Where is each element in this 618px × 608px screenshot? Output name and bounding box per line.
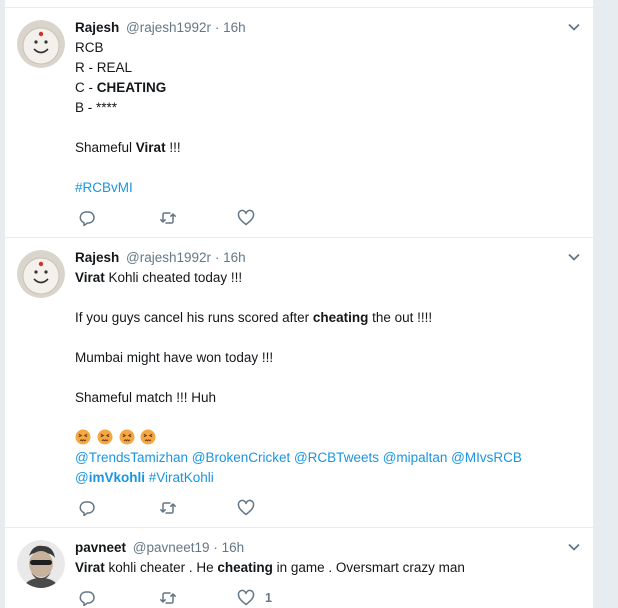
tweet-text-segment: C - (75, 80, 97, 95)
emoji-row (75, 428, 593, 448)
like-icon (237, 209, 255, 226)
retweet-icon (160, 592, 176, 604)
tweet-text-line: RCB (75, 40, 104, 55)
tweet-actions: 1 (75, 578, 593, 608)
mention-link-prefix[interactable]: @ (75, 470, 89, 485)
separator-dot: · (214, 20, 220, 35)
highlighted-keyword: Virat (75, 270, 105, 285)
reply-button[interactable] (78, 589, 96, 607)
avatar[interactable] (17, 250, 65, 298)
retweet-button[interactable] (159, 209, 177, 227)
reply-button[interactable] (78, 499, 96, 517)
tweet-text-segment: Kohli cheated today !!! (104, 270, 243, 285)
tweet-text-line: C - CHEATING (75, 78, 593, 98)
timeline: Rajesh @rajesh1992r · 16h RCB R - REAL C… (4, 0, 594, 608)
avatar[interactable] (17, 540, 65, 588)
tweet[interactable]: Rajesh @rajesh1992r · 16h RCB R - REAL C… (5, 8, 593, 238)
chevron-down-icon[interactable] (567, 250, 581, 264)
like-button[interactable] (237, 209, 265, 227)
highlighted-keyword: CHEATING (96, 80, 167, 95)
highlighted-keyword: cheating (312, 310, 369, 325)
tweet-text-line: Virat Kohli cheated today !!! (75, 268, 593, 288)
retweet-icon (160, 502, 176, 514)
tweet[interactable]: pavneet @pavneet19 · 16h Virat kohli che… (5, 528, 593, 608)
mention-link-imvkohli[interactable]: imVkohli (89, 470, 145, 485)
author-handle[interactable]: @rajesh1992r (126, 250, 211, 265)
tweet-text-line: Mumbai might have won today !!! (75, 350, 274, 365)
timestamp[interactable]: 16h (223, 20, 246, 35)
like-icon (237, 499, 255, 516)
reply-icon (79, 211, 95, 227)
retweet-button[interactable] (159, 499, 177, 517)
separator-dot: · (214, 250, 220, 265)
timeline-top-gap (5, 0, 593, 8)
persevering-face-emoji (119, 429, 135, 445)
author-name[interactable]: Rajesh (75, 250, 119, 265)
persevering-face-emoji (75, 429, 91, 445)
reply-icon (79, 501, 95, 517)
tweet-text-segment: !!! (165, 140, 181, 155)
hashtag-link[interactable]: #ViratKohli (145, 470, 214, 485)
tweet-text-line: B - **** (75, 100, 118, 115)
persevering-face-emoji (97, 429, 113, 445)
tweet[interactable]: Rajesh @rajesh1992r · 16h Virat Kohli ch… (5, 238, 593, 528)
tweet-text-segment: kohli cheater . He (104, 560, 218, 575)
hashtag-link[interactable]: #RCBvMI (75, 180, 133, 195)
tweet-actions (75, 488, 593, 528)
tweet-text-line: R - REAL (75, 60, 133, 75)
mention-links[interactable]: @TrendsTamizhan @BrokenCricket @RCBTweet… (75, 450, 522, 465)
tweet-text-line: Shameful match !!! Huh (75, 390, 217, 405)
tweet-text-line: Shameful Virat !!! (75, 138, 593, 158)
author-handle[interactable]: @rajesh1992r (126, 20, 211, 35)
author-name[interactable]: Rajesh (75, 20, 119, 35)
tweet-text-segment: If you guys cancel his runs scored after (75, 310, 313, 325)
avatar[interactable] (17, 20, 65, 68)
highlighted-keyword: Virat (75, 560, 105, 575)
chevron-down-icon[interactable] (567, 20, 581, 34)
author-name[interactable]: pavneet (75, 540, 126, 555)
tweet-text-segment: Shameful (75, 140, 136, 155)
timestamp[interactable]: 16h (222, 540, 245, 555)
like-count: 1 (265, 591, 272, 605)
like-button[interactable] (237, 499, 265, 517)
like-icon (237, 589, 255, 606)
tweet-text-line: Virat kohli cheater . He cheating in gam… (75, 558, 593, 578)
tweet-text-segment: in game . Oversmart crazy man (272, 560, 465, 575)
tweet-text-segment: the out !!!! (368, 310, 433, 325)
retweet-icon (160, 212, 176, 224)
reply-button[interactable] (78, 209, 96, 227)
tweet-actions (75, 198, 593, 238)
highlighted-keyword: Virat (135, 140, 166, 155)
author-handle[interactable]: @pavneet19 (133, 540, 210, 555)
highlighted-keyword: cheating (217, 560, 273, 575)
persevering-face-emoji (140, 429, 156, 445)
chevron-down-icon[interactable] (567, 540, 581, 554)
separator-dot: · (213, 540, 218, 555)
reply-icon (79, 591, 95, 607)
timestamp[interactable]: 16h (223, 250, 246, 265)
retweet-button[interactable] (159, 589, 177, 607)
like-button[interactable]: 1 (237, 589, 272, 607)
tweet-text-line: If you guys cancel his runs scored after… (75, 308, 593, 328)
